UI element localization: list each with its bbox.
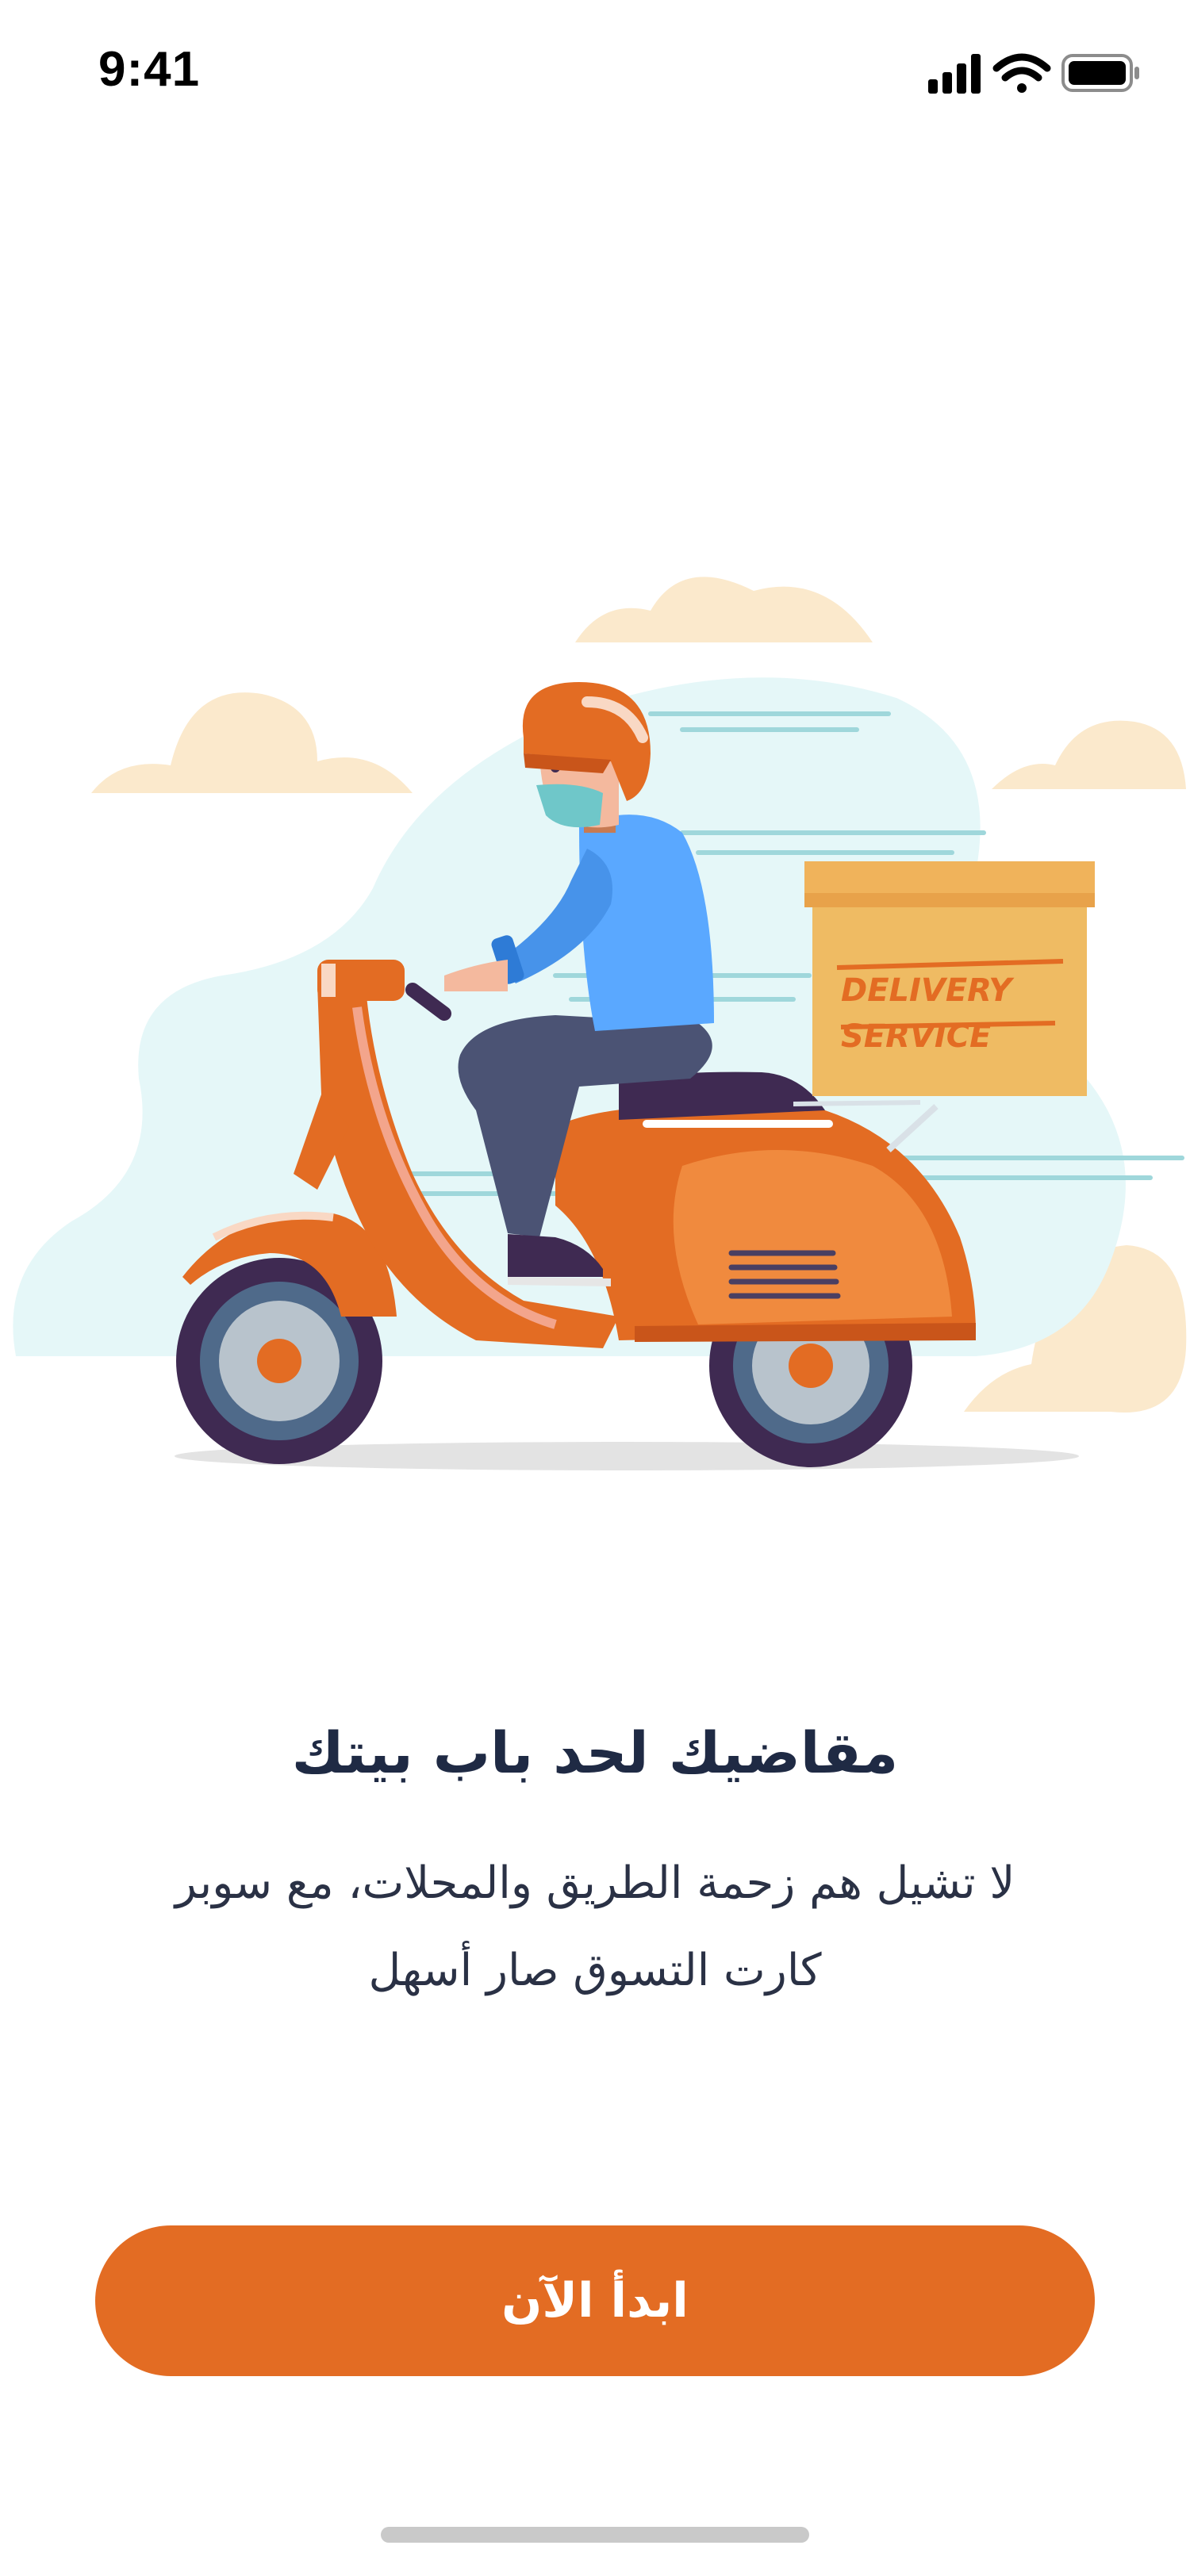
cellular-signal-icon (928, 54, 981, 94)
box-text-line1: DELIVERY (841, 972, 1015, 1009)
battery-icon (1061, 54, 1139, 92)
page-title: مقاضيك لحد باب بيتك (291, 1719, 899, 1786)
status-icons (928, 51, 1142, 95)
description-line-2: كارت التسوق صار أسهل (368, 1945, 822, 1996)
page-description: لا تشيل هم زحمة الطريق والمحلات، مع سوبر… (119, 1840, 1071, 2014)
description-line-1: لا تشيل هم زحمة الطريق والمحلات، مع سوبر (175, 1857, 1015, 1909)
status-bar: 9:41 (0, 0, 1190, 143)
delivery-illustration: DELIVERY SERVICE (0, 555, 1190, 1507)
start-now-button[interactable]: ابدأ الآن (95, 2225, 1095, 2376)
home-indicator (381, 2527, 809, 2543)
box-text-line2: SERVICE (841, 1018, 991, 1055)
status-time: 9:41 (98, 42, 201, 97)
delivery-box: DELIVERY SERVICE (804, 861, 1095, 1096)
wifi-icon (992, 53, 1051, 93)
